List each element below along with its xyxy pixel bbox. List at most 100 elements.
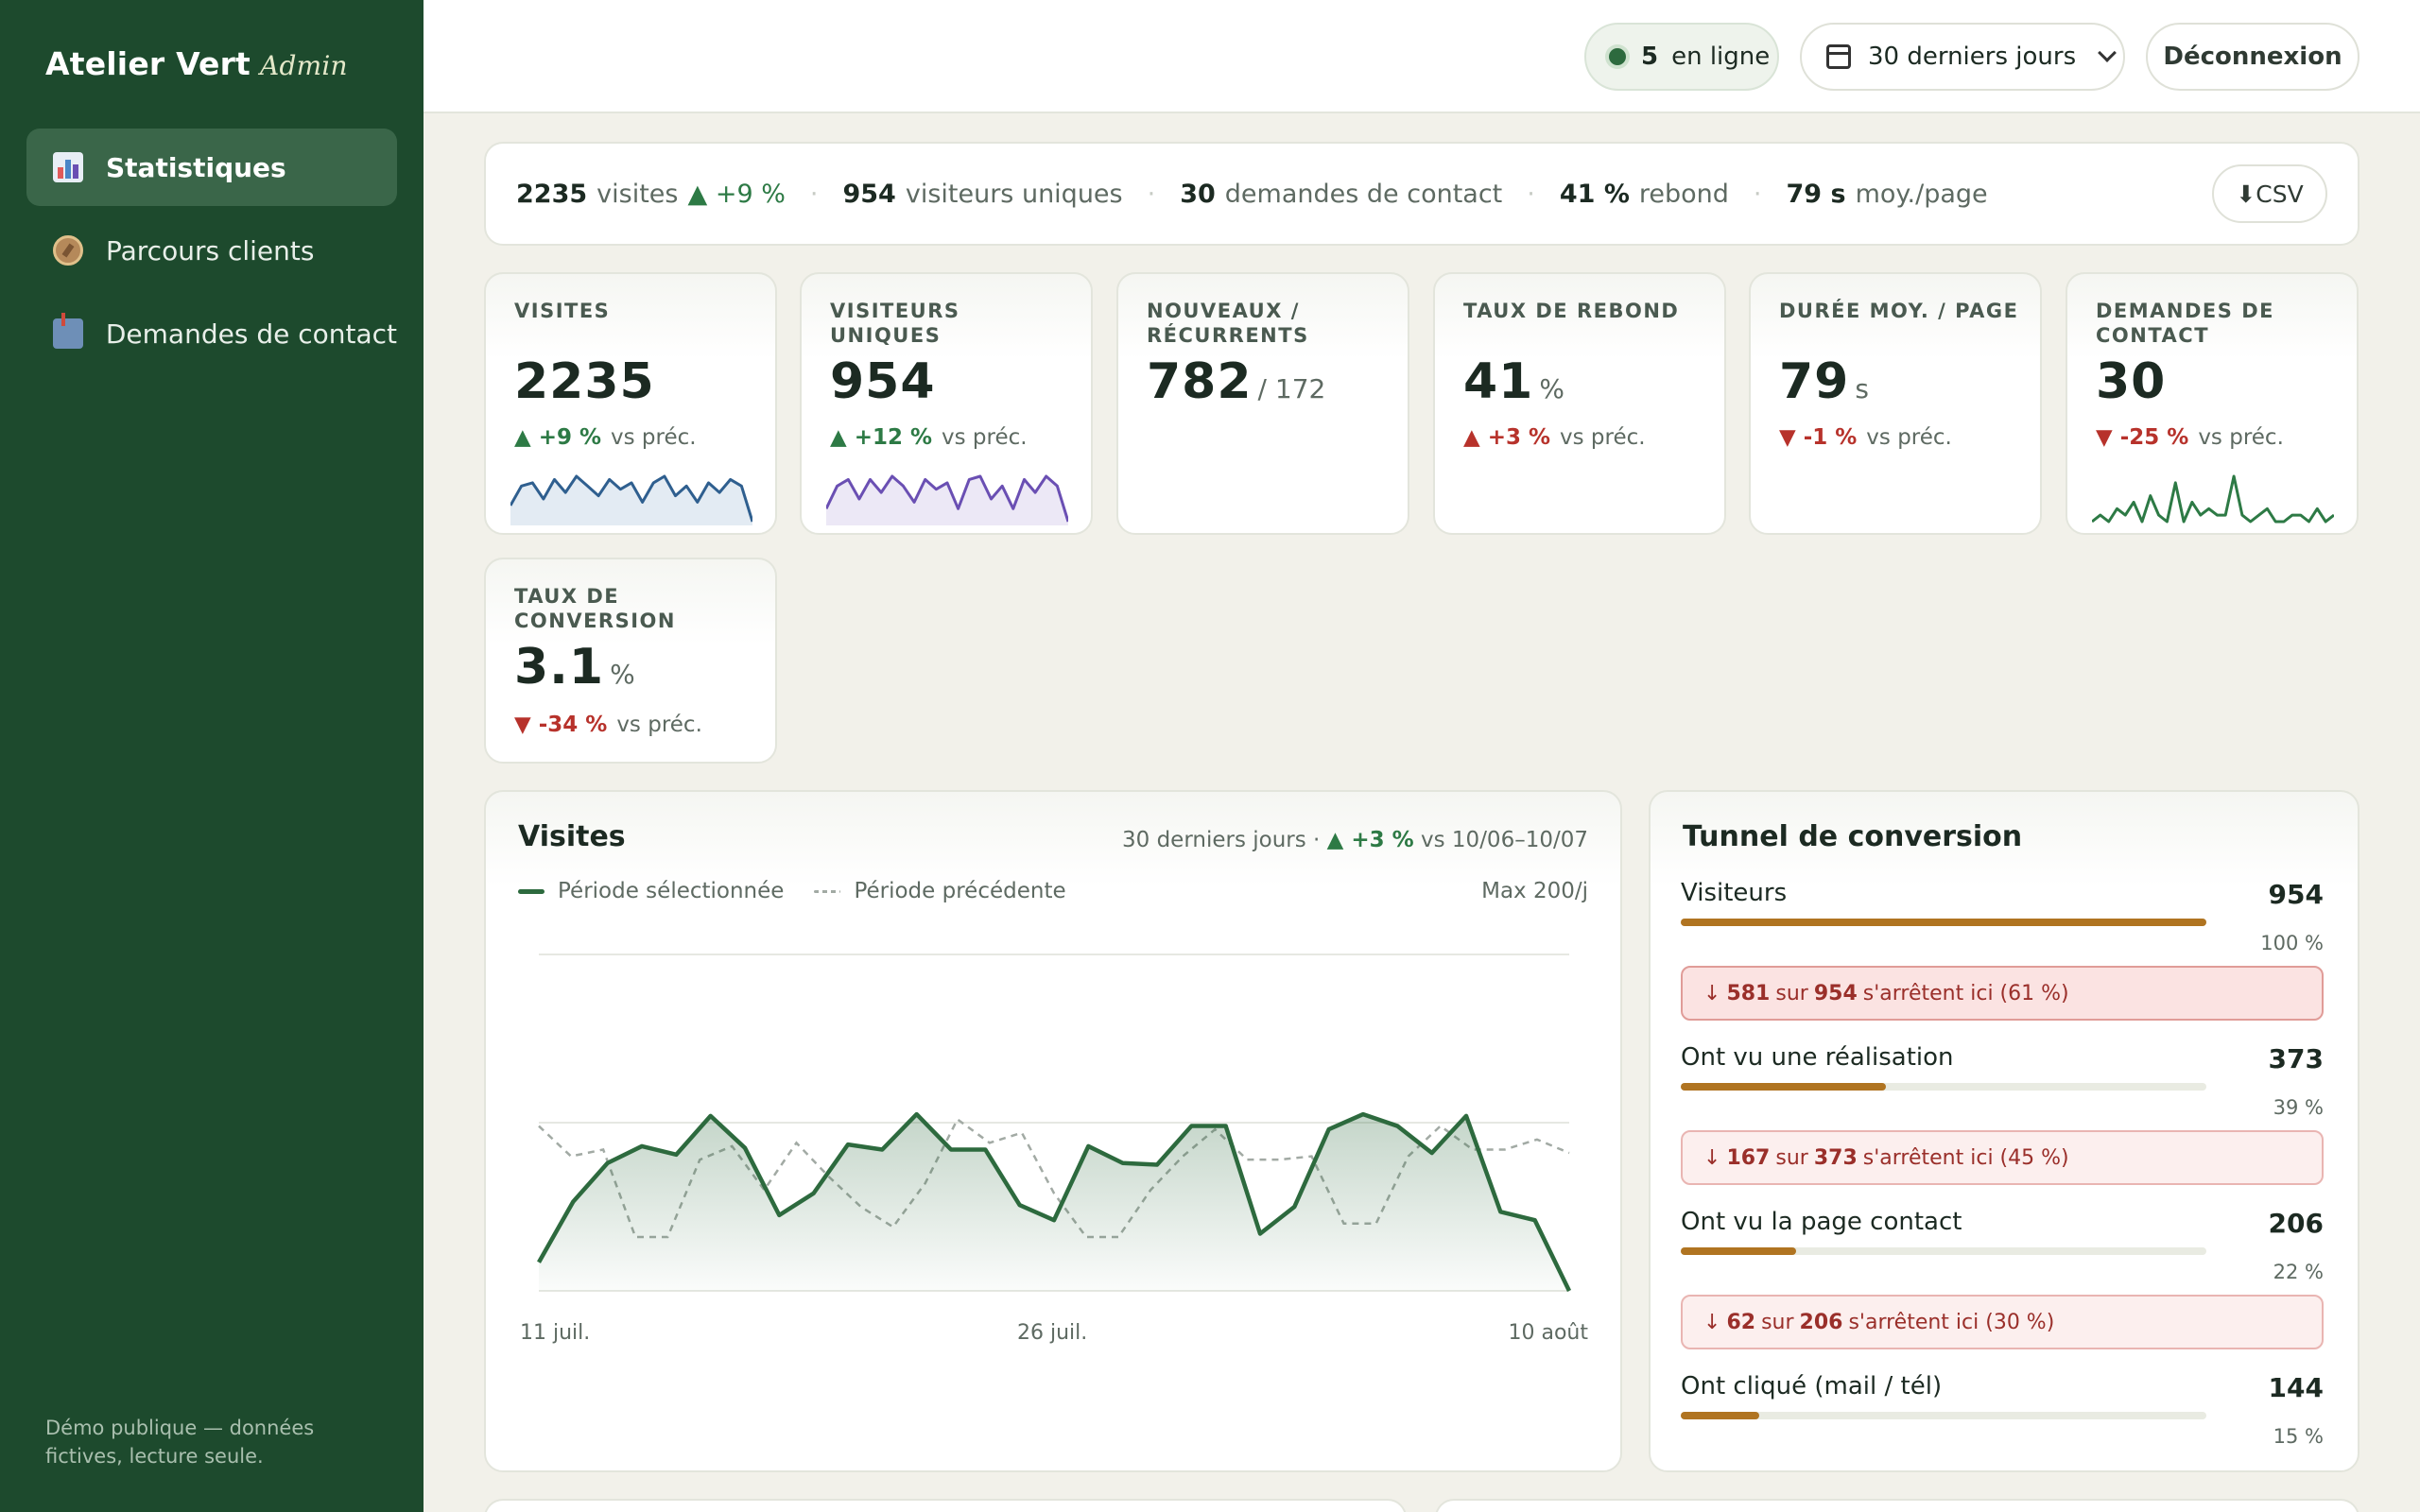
summary-contacts-label: demandes de contact — [1224, 179, 1503, 209]
summary-avg-label: moy./page — [1855, 179, 1988, 209]
sidebar-item-parcours-clients[interactable]: Parcours clients — [26, 212, 397, 289]
brand-subtitle: Admin — [260, 50, 348, 81]
visits-line-chart[interactable] — [486, 792, 1622, 1359]
online-count: 5 — [1641, 43, 1659, 71]
kpi-card-duree-moyenne: Durée moy. / page 79 s ▼ -1 % vs préc. — [1749, 272, 2042, 535]
kpi-card-demandes-de-contact: Demandes de contact 30 ▼ -25 % vs préc. — [2066, 272, 2359, 535]
x-tick-label: 10 août — [1508, 1321, 1589, 1345]
online-users-badge: 5 en ligne — [1584, 23, 1779, 91]
summary-contacts-value: 30 — [1180, 179, 1216, 209]
visits-chart-panel: Visites 30 derniers jours · ▲ +3 % vs 10… — [484, 790, 1622, 1472]
sidebar-item-label: Statistiques — [106, 151, 286, 183]
funnel-progress-fill — [1681, 1247, 1797, 1255]
kpi-label: Demandes de contact — [2096, 300, 2274, 347]
funnel-step-value: 206 — [2268, 1208, 2324, 1239]
x-tick-label: 11 juil. — [520, 1321, 591, 1345]
funnel-title: Tunnel de conversion — [1683, 820, 2023, 853]
kpi-label: Durée moy. / page — [1779, 300, 2019, 322]
sidebar-item-label: Demandes de contact — [105, 318, 397, 350]
summary-bar: 2235 visites ▲ +9 % · 954 visiteurs uniques… — [484, 142, 2360, 246]
kpi-label: Visiteurs uniques — [830, 300, 960, 347]
visits-sparkline — [510, 474, 752, 525]
funnel-step-value: 954 — [2268, 879, 2324, 910]
kpi-delta: ▼ -1 % vs préc. — [1779, 425, 1952, 450]
bottom-panel-right — [1435, 1499, 2360, 1512]
funnel-step-percent: 22 % — [2273, 1261, 2324, 1283]
brand-name: Atelier Vert — [45, 45, 251, 82]
funnel-step-percent: 15 % — [2273, 1425, 2324, 1448]
kpi-card-visites: Visites 2235 ▲ +9 % vs préc. — [484, 272, 777, 535]
mailbox-icon — [53, 313, 83, 349]
uniques-sparkline — [826, 474, 1068, 525]
funnel-step-name: Ont vu une réalisation — [1681, 1043, 1954, 1072]
funnel-progress-fill — [1681, 919, 2206, 926]
kpi-card-taux-de-conversion: Taux de conversion 3.1% ▼ -34 % vs préc. — [484, 558, 777, 764]
kpi-delta: ▼ -25 % vs préc. — [2096, 425, 2284, 450]
kpi-delta: ▲ +12 % vs préc. — [830, 425, 1028, 450]
chevron-down-icon — [2098, 43, 2118, 62]
summary-uniques-value: 954 — [842, 179, 896, 209]
brand-logo[interactable]: Atelier Vert Admin — [45, 45, 348, 82]
summary-visits-label: visites — [596, 179, 679, 209]
contacts-sparkline — [2092, 474, 2334, 524]
kpi-label: Visites — [514, 300, 611, 322]
kpi-label: Taux de rebond — [1463, 300, 1680, 322]
online-label: en ligne — [1671, 43, 1771, 71]
summary-visits-delta: ▲ +9 % — [687, 179, 786, 209]
kpi-value: 954 — [830, 353, 936, 410]
funnel-progress-fill — [1681, 1083, 1886, 1091]
sidebar-item-demandes-de-contact[interactable]: Demandes de contact — [26, 295, 397, 372]
funnel-dropoff-alert: ↓ 167 sur 373 s'arrêtent ici (45 %) — [1681, 1130, 2324, 1185]
summary-avg-value: 79 s — [1786, 179, 1846, 209]
funnel-step-name: Visiteurs — [1681, 879, 1788, 907]
kpi-card-nouveaux-recurrents: Nouveaux / récurrents 782/ 172 — [1116, 272, 1409, 535]
sidebar-item-label: Parcours clients — [106, 234, 315, 266]
sidebar-item-statistiques[interactable]: Statistiques — [26, 129, 397, 206]
kpi-value: 782/ 172 — [1147, 353, 1326, 410]
kpi-value: 2235 — [514, 353, 655, 410]
funnel-step-percent: 100 % — [2260, 932, 2324, 954]
calendar-icon — [1826, 44, 1851, 69]
compass-icon — [53, 235, 83, 266]
funnel-progress-track — [1681, 919, 2206, 926]
funnel-step: Ont cliqué (mail / tél) 144 15 % — [1681, 1372, 2324, 1448]
funnel-progress-fill — [1681, 1412, 1760, 1419]
sidebar-footer-note: Démo publique — données fictives, lectur… — [45, 1417, 315, 1468]
funnel-progress-track — [1681, 1083, 2206, 1091]
summary-bounce-label: rebond — [1638, 179, 1729, 209]
topbar: 5 en ligne 30 derniers jours Déconnexion — [424, 0, 2420, 113]
separator: · — [1527, 179, 1535, 209]
kpi-card-visiteurs-uniques: Visiteurs uniques 954 ▲ +12 % vs préc. — [800, 272, 1093, 535]
summary-uniques-label: visiteurs uniques — [905, 179, 1123, 209]
kpi-delta: ▲ +9 % vs préc. — [514, 425, 697, 450]
period-label: 30 derniers jours — [1868, 43, 2077, 71]
funnel-dropoff-alert: ↓ 62 sur 206 s'arrêtent ici (30 %) — [1681, 1295, 2324, 1349]
separator: · — [809, 179, 819, 209]
kpi-delta: ▲ +3 % vs préc. — [1463, 425, 1646, 450]
funnel-step: Ont vu la page contact 206 22 % — [1681, 1208, 2324, 1283]
period-select[interactable]: 30 derniers jours — [1800, 23, 2125, 91]
bottom-panel-left — [484, 1499, 1407, 1512]
funnel-step-name: Ont cliqué (mail / tél) — [1681, 1372, 1943, 1400]
bar-chart-icon — [53, 152, 83, 182]
sidebar: Atelier Vert Admin Statistiques Parcours … — [0, 0, 424, 1512]
kpi-label: Taux de conversion — [514, 585, 676, 632]
kpi-delta: ▼ -34 % vs préc. — [514, 713, 702, 737]
kpi-value: 30 — [2096, 353, 2167, 410]
funnel-progress-track — [1681, 1412, 2206, 1419]
sparkline-line — [2092, 474, 2334, 524]
funnel-step-percent: 39 % — [2273, 1096, 2324, 1119]
summary-visits-value: 2235 — [516, 179, 588, 209]
csv-export-button[interactable]: ⬇CSV — [2212, 164, 2327, 223]
kpi-value: 79 s — [1779, 353, 1869, 410]
funnel-step-value: 373 — [2268, 1043, 2324, 1074]
kpi-card-taux-de-rebond: Taux de rebond 41% ▲ +3 % vs préc. — [1433, 272, 1726, 535]
conversion-funnel-panel: Tunnel de conversion Visiteurs 954 100 %… — [1649, 790, 2360, 1472]
funnel-step: Ont vu une réalisation 373 39 % — [1681, 1043, 2324, 1119]
funnel-step: Visiteurs 954 100 % — [1681, 879, 2324, 954]
logout-button[interactable]: Déconnexion — [2146, 23, 2360, 91]
online-dot-icon — [1609, 48, 1626, 65]
summary-bounce-value: 41 % — [1559, 179, 1630, 209]
separator: · — [1147, 179, 1156, 209]
separator: · — [1753, 179, 1762, 209]
